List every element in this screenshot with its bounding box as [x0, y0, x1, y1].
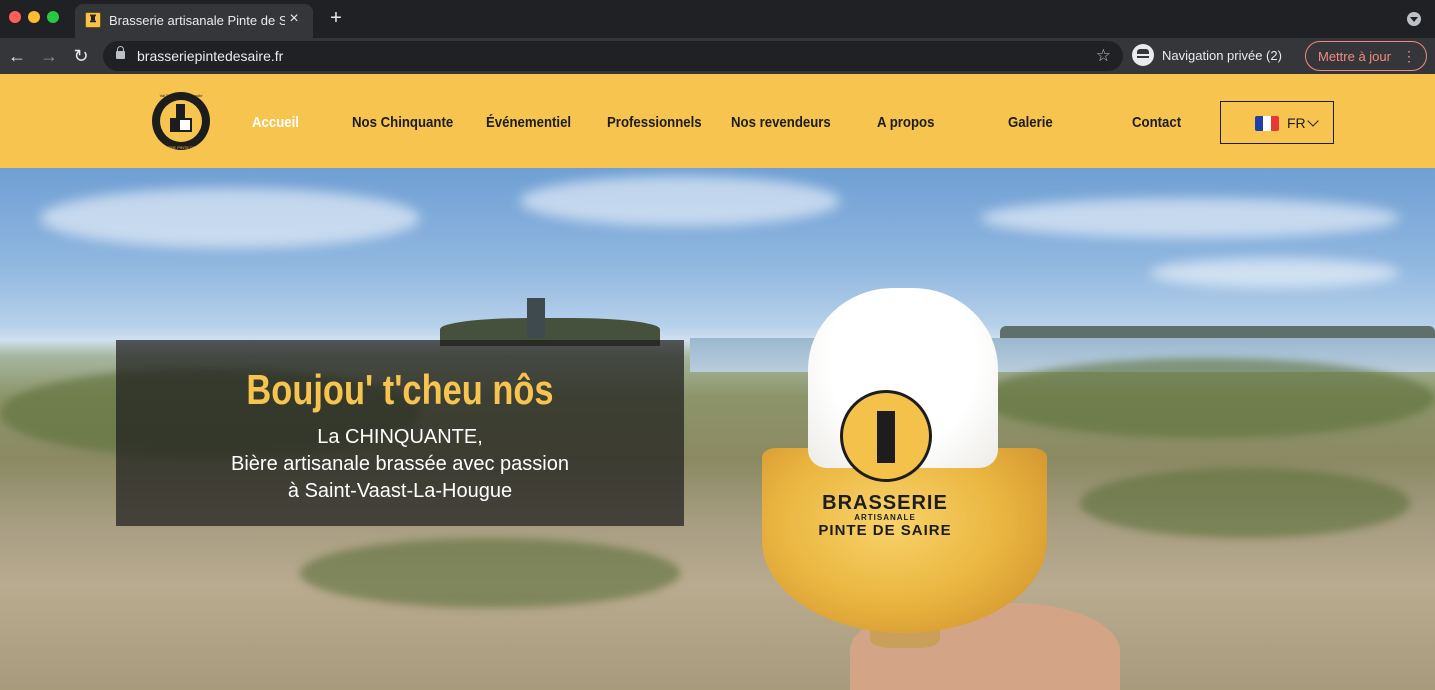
language-selector[interactable]: FR	[1220, 101, 1334, 144]
browser-tab-active[interactable]: ♜ Brasserie artisanale Pinte de Saire ×	[75, 4, 313, 38]
update-button-label: Mettre à jour	[1318, 49, 1391, 64]
brasserie-logo[interactable]: Val De Saire Normandie BRASSERIE PINTE D…	[150, 90, 212, 152]
browser-toolbar: ← → ↻ brasseriepintedesaire.fr ☆ Navigat…	[0, 38, 1435, 74]
language-label: FR	[1287, 115, 1306, 131]
glass-brand: BRASSERIE ARTISANALE PINTE DE SAIRE	[800, 493, 970, 538]
glass-brand-line3: PINTE DE SAIRE	[818, 522, 952, 539]
hero-title: Boujou' t'cheu nôs	[246, 366, 554, 413]
back-arrow-icon[interactable]: ←	[5, 44, 29, 68]
hero-banner: BRASSERIE ARTISANALE PINTE DE SAIRE Bouj…	[0, 168, 1435, 690]
nav-nos-revendeurs[interactable]: Nos revendeurs	[731, 114, 831, 131]
star-icon[interactable]: ☆	[1096, 45, 1111, 67]
tab-title: Brasserie artisanale Pinte de Saire	[109, 13, 285, 28]
seaweed	[300, 538, 680, 608]
hero-text-box: Boujou' t'cheu nôs La CHINQUANTE, Bière …	[116, 340, 684, 526]
cloud	[980, 198, 1400, 238]
nav-professionnels[interactable]: Professionnels	[607, 114, 702, 131]
incognito-icon[interactable]	[1132, 44, 1154, 66]
new-tab-button[interactable]: +	[326, 8, 346, 28]
window-maximize-button[interactable]	[47, 11, 59, 23]
nav-accueil[interactable]: Accueil	[252, 114, 299, 131]
nav-contact[interactable]: Contact	[1132, 114, 1181, 131]
site-favicon-icon: ♜	[85, 12, 101, 28]
nav-galerie[interactable]: Galerie	[1008, 114, 1053, 131]
more-vert-icon[interactable]: ⋮	[1402, 47, 1416, 65]
glass-brand-line2: ARTISANALE	[854, 513, 916, 522]
cloud	[520, 176, 840, 226]
cloud	[40, 188, 420, 248]
url-text[interactable]: brasseriepintedesaire.fr	[137, 48, 283, 64]
tower	[527, 298, 545, 338]
logo-text-top: Val De Saire Normandie	[160, 93, 204, 98]
seaweed	[1080, 468, 1410, 538]
far-shore	[1000, 326, 1435, 338]
browser-tab-bar: ♜ Brasserie artisanale Pinte de Saire × …	[0, 0, 1435, 38]
seaweed	[980, 358, 1435, 438]
hero-subtitle-line3: à Saint-Vaast-La-Hougue	[287, 480, 513, 502]
cloud	[1150, 258, 1400, 288]
incognito-label[interactable]: Navigation privée (2)	[1162, 48, 1282, 63]
lock-icon[interactable]	[116, 46, 125, 59]
update-button[interactable]: Mettre à jour ⋮	[1305, 41, 1427, 71]
tab-close-icon[interactable]: ×	[285, 10, 303, 28]
nav-evenementiel[interactable]: Événementiel	[486, 114, 571, 131]
reload-icon[interactable]: ↻	[69, 44, 93, 68]
window-close-button[interactable]	[9, 11, 21, 23]
site-header: Val De Saire Normandie BRASSERIE PINTE D…	[0, 74, 1435, 168]
logo-text-bottom: BRASSERIE PINTE DE SAIRE	[153, 145, 209, 150]
forward-arrow-icon[interactable]: →	[37, 44, 61, 68]
glass-brand-line1: BRASSERIE	[822, 492, 948, 514]
nav-a-propos[interactable]: A propos	[877, 114, 934, 131]
nav-nos-chinquante[interactable]: Nos Chinquante	[352, 114, 453, 131]
tab-search-icon[interactable]	[1407, 12, 1421, 26]
chevron-down-icon	[1307, 115, 1319, 127]
hero-subtitle-line1: La CHINQUANTE,	[317, 426, 483, 448]
hero-subtitle-line2: Bière artisanale brassée avec passion	[231, 453, 569, 475]
address-bar[interactable]: brasseriepintedesaire.fr ☆	[103, 41, 1123, 71]
glass-logo-icon	[840, 390, 932, 482]
french-flag-icon	[1255, 116, 1279, 131]
window-minimize-button[interactable]	[28, 11, 40, 23]
